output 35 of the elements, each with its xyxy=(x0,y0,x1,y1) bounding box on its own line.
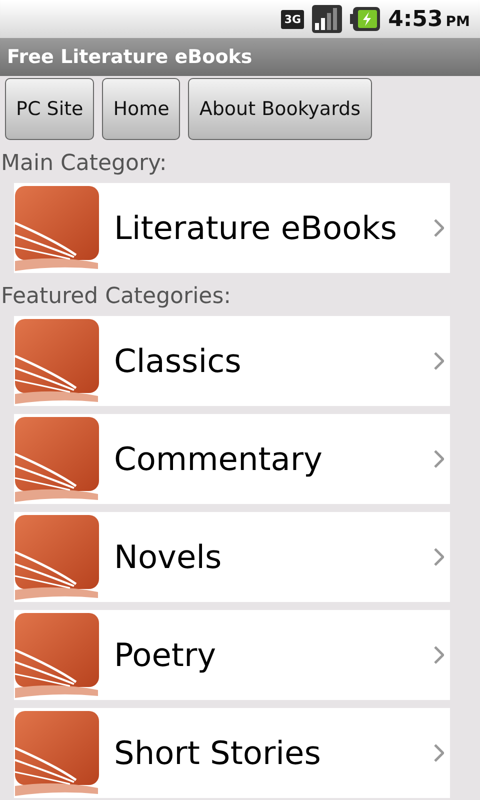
section-heading: Featured Categories: xyxy=(1,283,232,311)
category-item[interactable]: Poetry xyxy=(14,610,450,700)
chevron-icon xyxy=(434,450,444,468)
category-label: Novels xyxy=(114,537,223,578)
book-icon xyxy=(14,514,100,600)
network-indicator: 3G xyxy=(281,10,304,28)
battery-icon xyxy=(350,7,380,31)
book-icon xyxy=(14,318,100,404)
chevron-icon xyxy=(434,352,444,370)
book-icon xyxy=(14,416,100,502)
book-icon xyxy=(14,612,100,698)
window-title: Free Literature eBooks xyxy=(7,44,252,70)
category-label: Poetry xyxy=(114,635,218,676)
chevron-icon xyxy=(434,219,444,237)
category-item[interactable]: Literature eBooks xyxy=(14,183,450,273)
category-label: Literature eBooks xyxy=(114,208,398,249)
section-heading: Main Category: xyxy=(1,150,168,178)
category-item[interactable]: Novels xyxy=(14,512,450,602)
chevron-icon xyxy=(434,548,444,566)
category-label: Short Stories xyxy=(114,733,322,774)
book-icon xyxy=(14,185,100,271)
category-label: Classics xyxy=(114,341,242,382)
clock-meridiem: PM xyxy=(446,12,470,32)
signal-icon xyxy=(312,5,342,33)
nav-button[interactable]: Home xyxy=(102,78,180,140)
chevron-icon xyxy=(434,646,444,664)
category-item[interactable]: Classics xyxy=(14,316,450,406)
nav-button[interactable]: PC Site xyxy=(5,78,94,140)
book-icon xyxy=(14,710,100,796)
clock-time: 4:53 xyxy=(388,6,443,34)
category-item[interactable]: Commentary xyxy=(14,414,450,504)
nav-button[interactable]: About Bookyards xyxy=(188,78,372,140)
chevron-icon xyxy=(434,744,444,762)
category-label: Commentary xyxy=(114,439,324,480)
category-item[interactable]: Short Stories xyxy=(14,708,450,798)
